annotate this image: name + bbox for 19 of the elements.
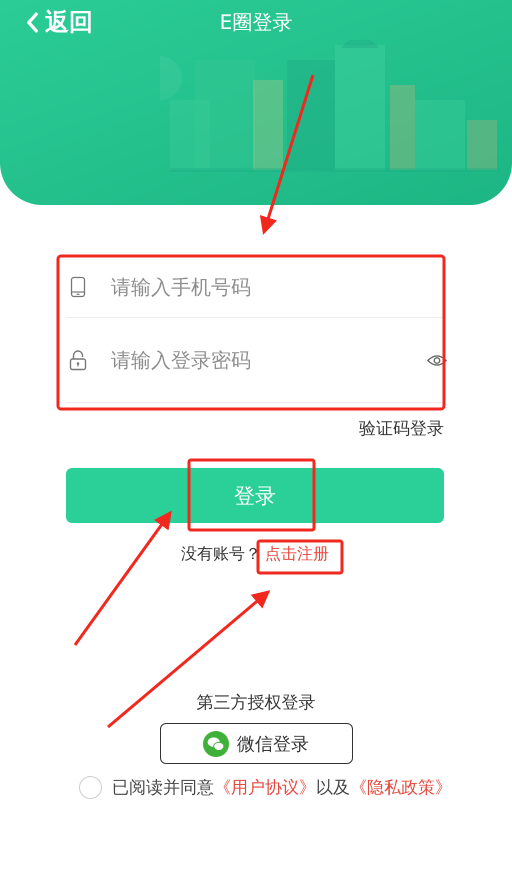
- policy-link[interactable]: 《用户协议》: [214, 778, 316, 798]
- lock-icon: [69, 349, 87, 371]
- sms-login-link[interactable]: 验证码登录: [359, 417, 444, 440]
- eye-icon[interactable]: [426, 352, 448, 368]
- wechat-login-button[interactable]: 微信登录: [160, 723, 352, 764]
- input-field[interactable]: 请输入手机号码: [109, 266, 444, 308]
- agree-checkbox[interactable]: [79, 776, 102, 799]
- login-button[interactable]: 登录: [66, 468, 444, 523]
- section-title: 第三方授权登录: [196, 692, 316, 714]
- input-field[interactable]: 请输入登录密码: [109, 339, 426, 381]
- agreement-text: 已阅读并同意《用户协议》以及《隐私政策》: [112, 777, 452, 799]
- phone-icon: [69, 276, 87, 298]
- back-button[interactable]: 返回: [26, 6, 93, 38]
- signup-prompt: 没有账号？: [181, 544, 261, 565]
- chat-bubbles-icon: [203, 730, 229, 756]
- page-title: E圈登录: [220, 8, 292, 36]
- chevron-left-icon: [26, 12, 39, 32]
- policy-link[interactable]: 《隐私政策》: [350, 778, 452, 798]
- register-link[interactable]: 点击注册: [265, 544, 329, 565]
